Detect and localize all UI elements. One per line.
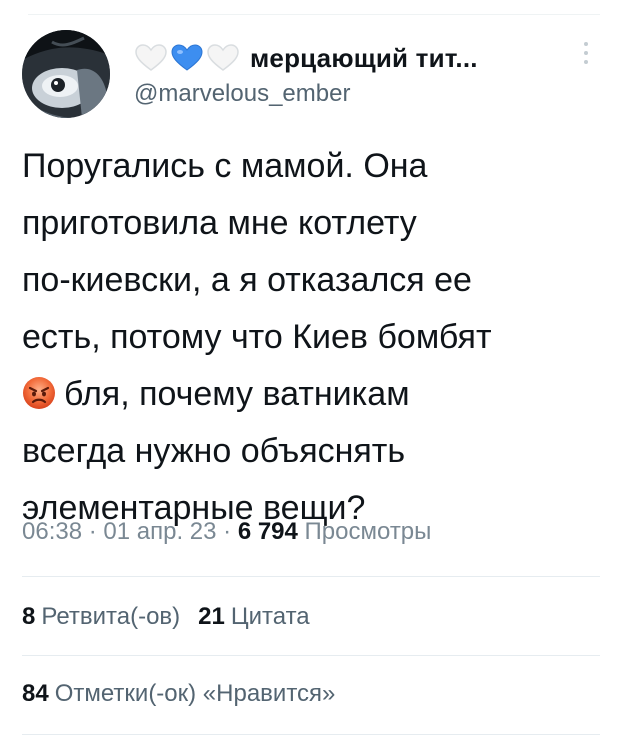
tweet-date[interactable]: 01 апр. 23 — [103, 518, 216, 545]
tweet-time[interactable]: 06:38 — [22, 518, 82, 545]
profile-badges — [134, 43, 242, 73]
more-options-icon[interactable] — [582, 42, 590, 72]
likes-stat[interactable]: 84 Отметки(-ок) «Нравится» — [22, 680, 335, 707]
avatar-image — [22, 30, 110, 118]
blue-heart-icon — [171, 44, 203, 71]
likes-count: 84 — [22, 680, 49, 707]
avatar[interactable] — [22, 30, 110, 118]
tweet-line: Поругались с мамой. Она — [22, 147, 428, 185]
tweet-text: Поругались с мамой. Она приготовила мне … — [22, 138, 602, 537]
user-handle[interactable]: @marvelous_ember — [134, 80, 350, 108]
views-label: Просмотры — [304, 518, 432, 545]
meta-separator: · — [82, 518, 104, 545]
likes-stats-row: 84 Отметки(-ок) «Нравится» — [22, 680, 335, 708]
divider — [22, 655, 600, 656]
divider — [22, 734, 600, 735]
name-row: мерцающий тит... — [134, 38, 478, 78]
tweet-line: всегда нужно объяснять — [22, 432, 406, 470]
retweets-stat[interactable]: 8 Ретвита(-ов) — [22, 603, 180, 630]
white-heart-icon — [207, 44, 239, 71]
white-heart-icon — [135, 44, 167, 71]
display-name[interactable]: мерцающий тит... — [250, 43, 478, 74]
divider — [22, 576, 600, 577]
retweets-label: Ретвита(-ов) — [41, 603, 181, 630]
tweet-line-text: бля, почему ватникам — [64, 375, 410, 413]
top-divider — [28, 14, 600, 15]
tweet-line-with-emoji: бля, почему ватникам — [22, 366, 602, 423]
quotes-count: 21 — [198, 603, 225, 630]
tweet-line: приготовила мне котлету — [22, 204, 417, 242]
quotes-label: Цитата — [230, 603, 310, 630]
angry-face-icon — [23, 377, 55, 409]
views-count: 6 794 — [237, 518, 298, 545]
tweet-header: мерцающий тит... @marvelous_ember — [22, 30, 600, 126]
tweet-line: есть, потому что Киев бомбят — [22, 318, 492, 356]
likes-label: Отметки(-ок) «Нравится» — [54, 680, 336, 707]
meta-separator: · — [216, 518, 238, 545]
retweets-count: 8 — [22, 603, 36, 630]
engagement-stats-row: 8 Ретвита(-ов) 21 Цитата — [22, 603, 310, 631]
quotes-stat[interactable]: 21 Цитата — [198, 603, 309, 630]
tweet-meta: 06:38 · 01 апр. 23 · 6 794 Просмотры — [22, 518, 431, 546]
tweet-line: по-киевски, а я отказался ее — [22, 261, 472, 299]
